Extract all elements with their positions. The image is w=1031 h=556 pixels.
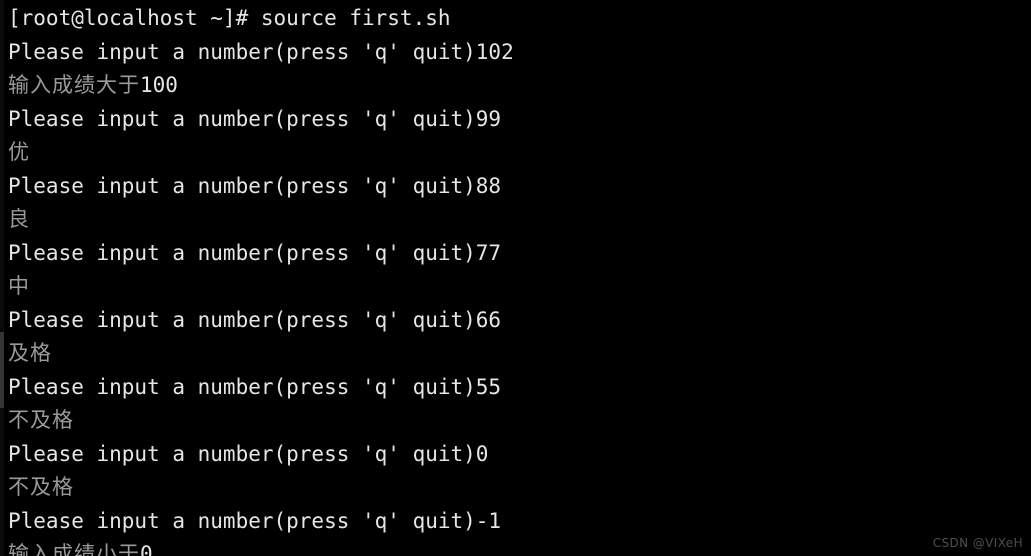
terminal-line-input-prompt: Please input a number(press 'q' quit)88	[8, 170, 1031, 204]
terminal-line-input-prompt: Please input a number(press 'q' quit)99	[8, 103, 1031, 137]
terminal-line-input-prompt: Please input a number(press 'q' quit)-1	[8, 505, 1031, 539]
terminal-line-result: 输入成绩大于100	[8, 69, 1031, 103]
result-text: 不及格	[8, 475, 74, 499]
command-text: [root@localhost ~]# source first.sh	[8, 6, 451, 30]
result-text: 中	[8, 274, 30, 298]
result-text: 及格	[8, 341, 52, 365]
terminal-line-result: 不及格	[8, 404, 1031, 438]
terminal-line-result: 良	[8, 203, 1031, 237]
input-prompt-text: Please input a number(press 'q' quit)77	[8, 240, 502, 265]
input-prompt-text: Please input a number(press 'q' quit)55	[8, 374, 502, 399]
terminal-line-input-prompt: Please input a number(press 'q' quit)102	[8, 36, 1031, 70]
input-prompt-text: Please input a number(press 'q' quit)0	[8, 441, 489, 466]
input-prompt-text: Please input a number(press 'q' quit)102	[8, 39, 514, 64]
terminal-output[interactable]: [root@localhost ~]# source first.sh Pleas…	[0, 0, 1031, 556]
terminal-line-command: [root@localhost ~]# source first.sh	[8, 2, 1031, 36]
terminal-line-result: 输入成绩小于0	[8, 538, 1031, 556]
input-prompt-text: Please input a number(press 'q' quit)66	[8, 307, 502, 332]
result-number: 0	[140, 542, 153, 556]
terminal-window[interactable]: [root@localhost ~]# source first.sh Pleas…	[0, 0, 1031, 556]
result-text: 输入成绩小于0	[8, 542, 153, 556]
terminal-line-input-prompt: Please input a number(press 'q' quit)77	[8, 237, 1031, 271]
terminal-line-result: 及格	[8, 337, 1031, 371]
result-text: 输入成绩大于100	[8, 73, 178, 97]
terminal-line-input-prompt: Please input a number(press 'q' quit)55	[8, 371, 1031, 405]
terminal-line-result: 中	[8, 270, 1031, 304]
terminal-line-result: 优	[8, 136, 1031, 170]
input-prompt-text: Please input a number(press 'q' quit)99	[8, 106, 502, 131]
result-text: 不及格	[8, 408, 74, 432]
input-prompt-text: Please input a number(press 'q' quit)88	[8, 173, 502, 198]
result-text: 优	[8, 140, 30, 164]
csdn-watermark: CSDN @VIXeH	[932, 536, 1023, 550]
terminal-line-input-prompt: Please input a number(press 'q' quit)66	[8, 304, 1031, 338]
terminal-line-result: 不及格	[8, 471, 1031, 505]
result-number: 100	[140, 73, 178, 97]
terminal-line-input-prompt: Please input a number(press 'q' quit)0	[8, 438, 1031, 472]
result-text: 良	[8, 207, 30, 231]
input-prompt-text: Please input a number(press 'q' quit)-1	[8, 508, 502, 533]
